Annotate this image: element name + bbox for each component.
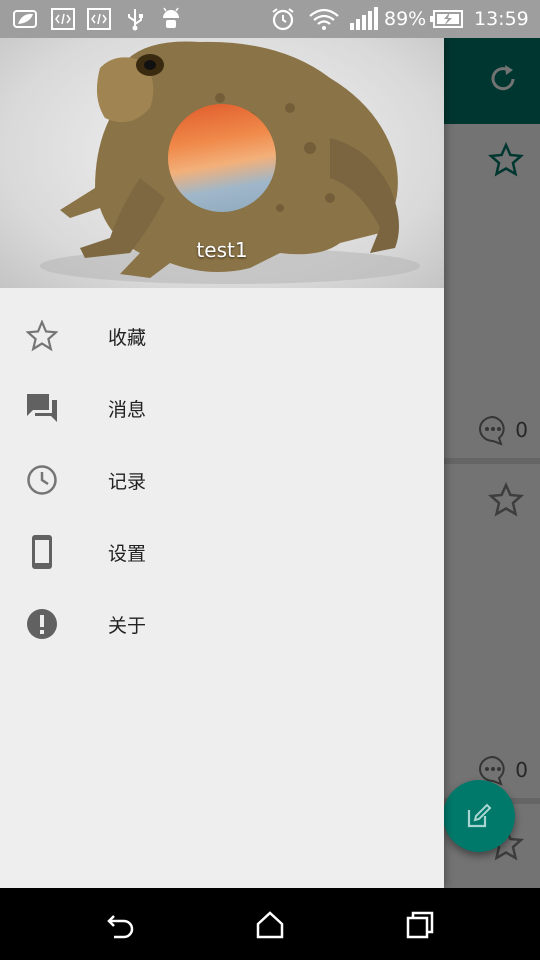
recents-icon[interactable] [405, 910, 435, 940]
battery-charging-icon [430, 10, 463, 28]
compose-fab[interactable] [443, 780, 515, 852]
drawer-menu: 收藏 消息 记录 设置 关于 [0, 300, 444, 660]
clock-time: 13:59 [474, 8, 529, 30]
back-icon[interactable] [106, 910, 136, 940]
signal-icon [350, 7, 378, 30]
avatar[interactable] [168, 104, 276, 212]
clock-icon [24, 462, 60, 498]
system-nav-bar [0, 888, 540, 960]
home-icon[interactable] [255, 910, 285, 940]
menu-item-label: 关于 [108, 614, 147, 637]
menu-item-settings[interactable]: 设置 [0, 516, 444, 588]
wifi-icon [309, 8, 339, 30]
menu-item-label: 消息 [108, 398, 147, 421]
menu-item-label: 收藏 [108, 326, 147, 349]
menu-item-about[interactable]: 关于 [0, 588, 444, 660]
menu-item-history[interactable]: 记录 [0, 444, 444, 516]
edit-icon [467, 803, 492, 828]
code-icon [51, 8, 75, 30]
forum-icon [24, 390, 60, 426]
battery-percent: 89% [384, 8, 427, 30]
info-circle-icon [24, 606, 60, 642]
navigation-drawer: test1 收藏 消息 记录 设置 关于 [0, 38, 444, 888]
star-outline-icon [24, 318, 60, 354]
menu-item-label: 记录 [108, 470, 147, 493]
status-bar: 89% 13:59 [0, 0, 540, 38]
usb-icon [128, 9, 143, 31]
leaf-icon [13, 10, 37, 28]
menu-item-favorites[interactable]: 收藏 [0, 300, 444, 372]
username: test1 [196, 238, 248, 262]
menu-item-messages[interactable]: 消息 [0, 372, 444, 444]
phone-icon [24, 534, 60, 570]
drawer-header: test1 [0, 38, 444, 288]
android-icon [163, 7, 179, 28]
alarm-icon [272, 8, 294, 31]
code-icon [87, 8, 111, 30]
menu-item-label: 设置 [108, 542, 147, 565]
